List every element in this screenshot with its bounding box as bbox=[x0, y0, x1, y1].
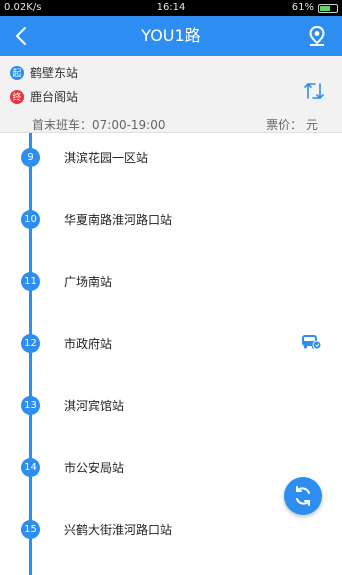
status-time: 16:14 bbox=[156, 2, 186, 13]
stop-name: 市政府站 bbox=[64, 337, 113, 351]
list-item[interactable]: 15 兴鹤大街淮河路口站 bbox=[0, 505, 342, 567]
battery-icon bbox=[318, 3, 338, 13]
list-item[interactable]: 11 广场南站 bbox=[0, 257, 342, 319]
stop-name: 华夏南路淮河路口站 bbox=[64, 213, 173, 227]
bus-icon[interactable] bbox=[300, 333, 322, 351]
stop-name: 淇河宾馆站 bbox=[64, 399, 125, 413]
stop-name: 广场南站 bbox=[64, 275, 113, 289]
battery-fill bbox=[320, 5, 330, 11]
location-pin-icon[interactable] bbox=[306, 25, 328, 47]
stop-number: 14 bbox=[21, 458, 40, 477]
start-badge: 起 bbox=[10, 65, 24, 80]
page-title: YOU1路 bbox=[141, 26, 201, 45]
stop-number: 11 bbox=[21, 272, 40, 291]
stop-name: 兴鹤大街淮河路口站 bbox=[64, 523, 173, 537]
status-bar: 0.02K/s 16:14 61% bbox=[0, 0, 342, 16]
stop-number: 12 bbox=[21, 334, 40, 353]
service-hours: 首末班车：07:00-19:00 bbox=[32, 118, 166, 132]
status-right: 61% bbox=[292, 0, 338, 16]
end-stop-name: 鹿台阁站 bbox=[30, 90, 79, 104]
list-item[interactable]: 13 淇河宾馆站 bbox=[0, 381, 342, 443]
refresh-icon bbox=[296, 486, 310, 506]
stop-number: 15 bbox=[21, 520, 40, 539]
stop-name: 淇滨花园一区站 bbox=[64, 151, 149, 165]
fare-label: 票价： 元 bbox=[266, 118, 318, 132]
list-item[interactable]: 10 华夏南路淮河路口站 bbox=[0, 195, 342, 257]
end-badge: 终 bbox=[10, 89, 24, 104]
start-stop-row: 起 鹤壁东站 bbox=[10, 64, 78, 81]
swap-direction-icon[interactable] bbox=[302, 80, 326, 102]
start-stop-name: 鹤壁东站 bbox=[30, 66, 79, 80]
end-stop-row: 终 鹿台阁站 bbox=[10, 88, 78, 105]
route-header: 起 鹤壁东站 终 鹿台阁站 首末班车：07:00-19:00 票价： 元 bbox=[0, 56, 342, 133]
stop-number: 9 bbox=[21, 148, 40, 167]
stop-number: 10 bbox=[21, 210, 40, 229]
list-item[interactable]: 9 淇滨花园一区站 bbox=[0, 133, 342, 195]
list-item[interactable]: 12 市政府站 bbox=[0, 319, 342, 381]
battery-percent: 61% bbox=[291, 2, 314, 13]
refresh-button[interactable] bbox=[284, 477, 322, 515]
app-bar: YOU1路 bbox=[0, 16, 342, 56]
stop-number: 13 bbox=[21, 396, 40, 415]
stop-name: 市公安局站 bbox=[64, 461, 125, 475]
